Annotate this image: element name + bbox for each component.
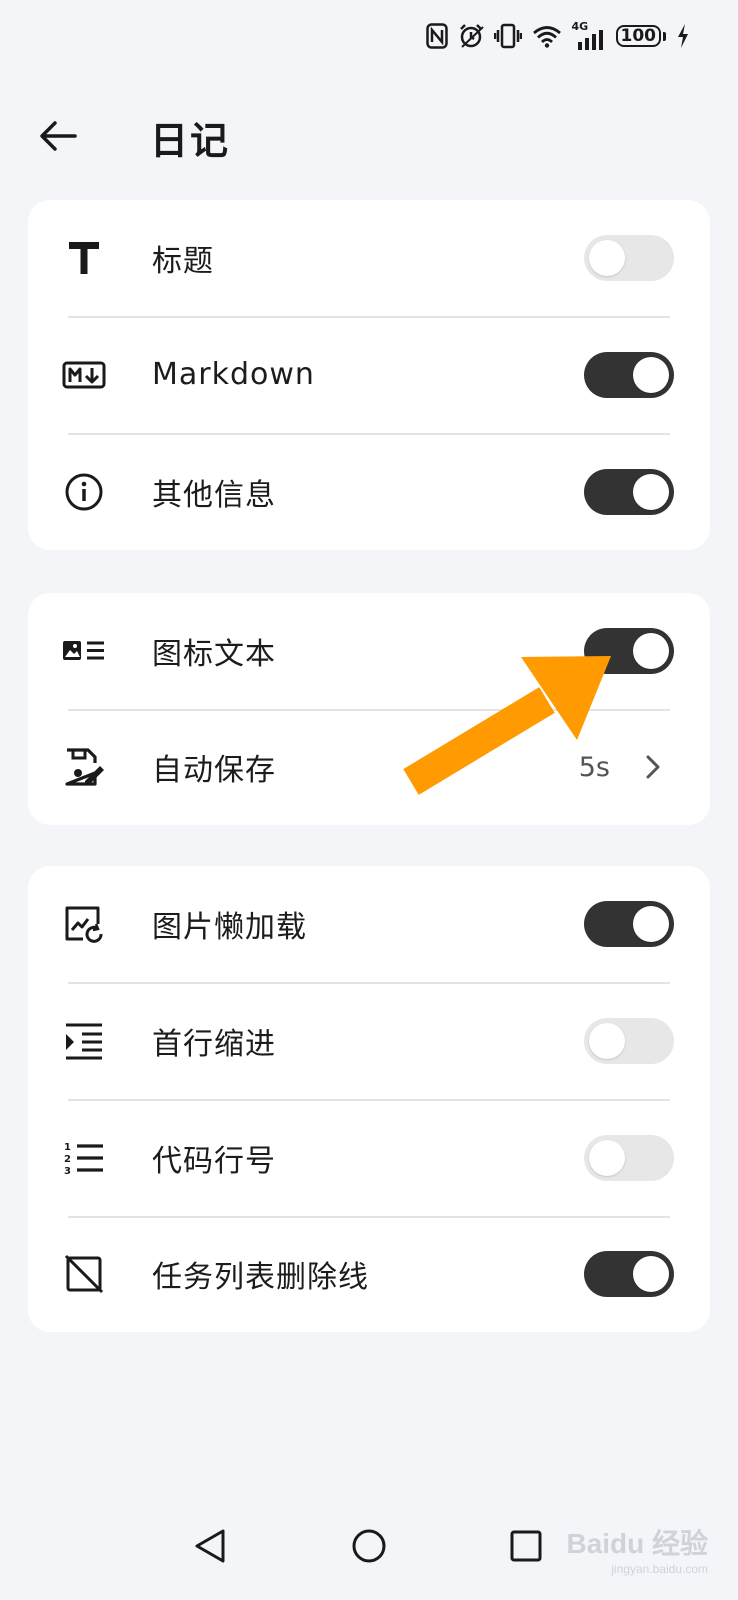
toggle-switch-first-line-indent[interactable] xyxy=(584,1017,674,1064)
lazy-image-icon xyxy=(62,902,106,946)
toggle-switch-lazy-image[interactable] xyxy=(584,901,674,947)
setting-row-other-info[interactable]: 其他信息 xyxy=(28,433,710,550)
back-triangle-icon xyxy=(195,1529,225,1563)
setting-label: 首行缩进 xyxy=(152,1026,276,1062)
setting-label: 图片懒加载 xyxy=(152,910,307,945)
toggle-switch-other-info[interactable] xyxy=(584,468,674,515)
toggle-switch-code-line-numbers[interactable] xyxy=(584,1134,674,1181)
baidu-watermark: Baidu 经验 jingyan.baidu.com xyxy=(566,1522,708,1576)
vibrate-icon xyxy=(493,23,522,49)
setting-row-title[interactable]: 标题 xyxy=(28,200,710,316)
nav-back-button[interactable] xyxy=(186,1522,234,1570)
setting-label: 任务列表删除线 xyxy=(152,1260,369,1295)
watermark-brand: Baidu 经验 xyxy=(566,1528,708,1559)
svg-text:3: 3 xyxy=(64,1166,71,1176)
setting-label: 代码行号 xyxy=(152,1143,276,1179)
battery-icon: 100 xyxy=(615,25,666,47)
setting-label: 自动保存 xyxy=(152,753,276,788)
info-icon xyxy=(62,470,106,514)
recents-square-icon xyxy=(510,1530,542,1562)
nav-home-button[interactable] xyxy=(345,1522,393,1570)
setting-label: 其他信息 xyxy=(152,477,276,513)
toggle-switch-title[interactable] xyxy=(584,235,674,281)
arrow-left-icon xyxy=(40,121,77,151)
setting-label: 图标文本 xyxy=(152,637,276,672)
setting-label: 标题 xyxy=(152,244,214,279)
setting-row-markdown[interactable]: Markdown xyxy=(28,316,710,433)
nfc-icon xyxy=(425,23,448,49)
battery-level: 100 xyxy=(620,26,657,46)
setting-row-first-line-indent[interactable]: 首行缩进 xyxy=(28,982,710,1099)
nav-recents-button[interactable] xyxy=(502,1522,550,1570)
line-number-icon: 1 2 3 xyxy=(62,1136,106,1180)
status-bar: 4G 100 xyxy=(425,18,691,54)
page-title: 日记 xyxy=(150,119,231,163)
markdown-icon xyxy=(62,353,106,397)
system-nav-bar: Baidu 经验 jingyan.baidu.com xyxy=(0,1516,738,1600)
svg-text:2: 2 xyxy=(64,1154,71,1165)
indent-icon xyxy=(62,1019,106,1063)
svg-text:1: 1 xyxy=(64,1142,71,1153)
back-button[interactable] xyxy=(36,114,80,158)
wifi-icon xyxy=(532,26,561,48)
cellular-4g-icon: 4G xyxy=(572,20,606,50)
icon-text-icon xyxy=(62,629,106,673)
app-bar: 日记 xyxy=(0,102,738,172)
alarm-icon xyxy=(459,24,484,48)
chevron-right-icon xyxy=(638,752,668,782)
toggle-switch-markdown[interactable] xyxy=(584,351,674,398)
setting-row-lazy-image[interactable]: 图片懒加载 xyxy=(28,866,710,982)
settings-group-basic: 标题 Markdown 其他信息 xyxy=(28,200,710,550)
setting-row-task-strikethrough[interactable]: 任务列表删除线 xyxy=(28,1216,710,1332)
home-circle-icon xyxy=(352,1529,386,1563)
setting-label: Markdown xyxy=(152,357,315,392)
annotation-arrow xyxy=(403,656,611,795)
charging-icon xyxy=(678,24,688,48)
toggle-switch-task-strikethrough[interactable] xyxy=(584,1251,674,1297)
settings-group-display: 图片懒加载 首行缩进 1 2 3 代码行号 任务列表删除线 xyxy=(28,866,710,1332)
autosave-icon xyxy=(62,745,106,789)
setting-row-code-line-numbers[interactable]: 1 2 3 代码行号 xyxy=(28,1099,710,1216)
title-icon xyxy=(62,236,106,280)
watermark-url: jingyan.baidu.com xyxy=(611,1562,708,1576)
strikethrough-icon xyxy=(62,1252,106,1296)
